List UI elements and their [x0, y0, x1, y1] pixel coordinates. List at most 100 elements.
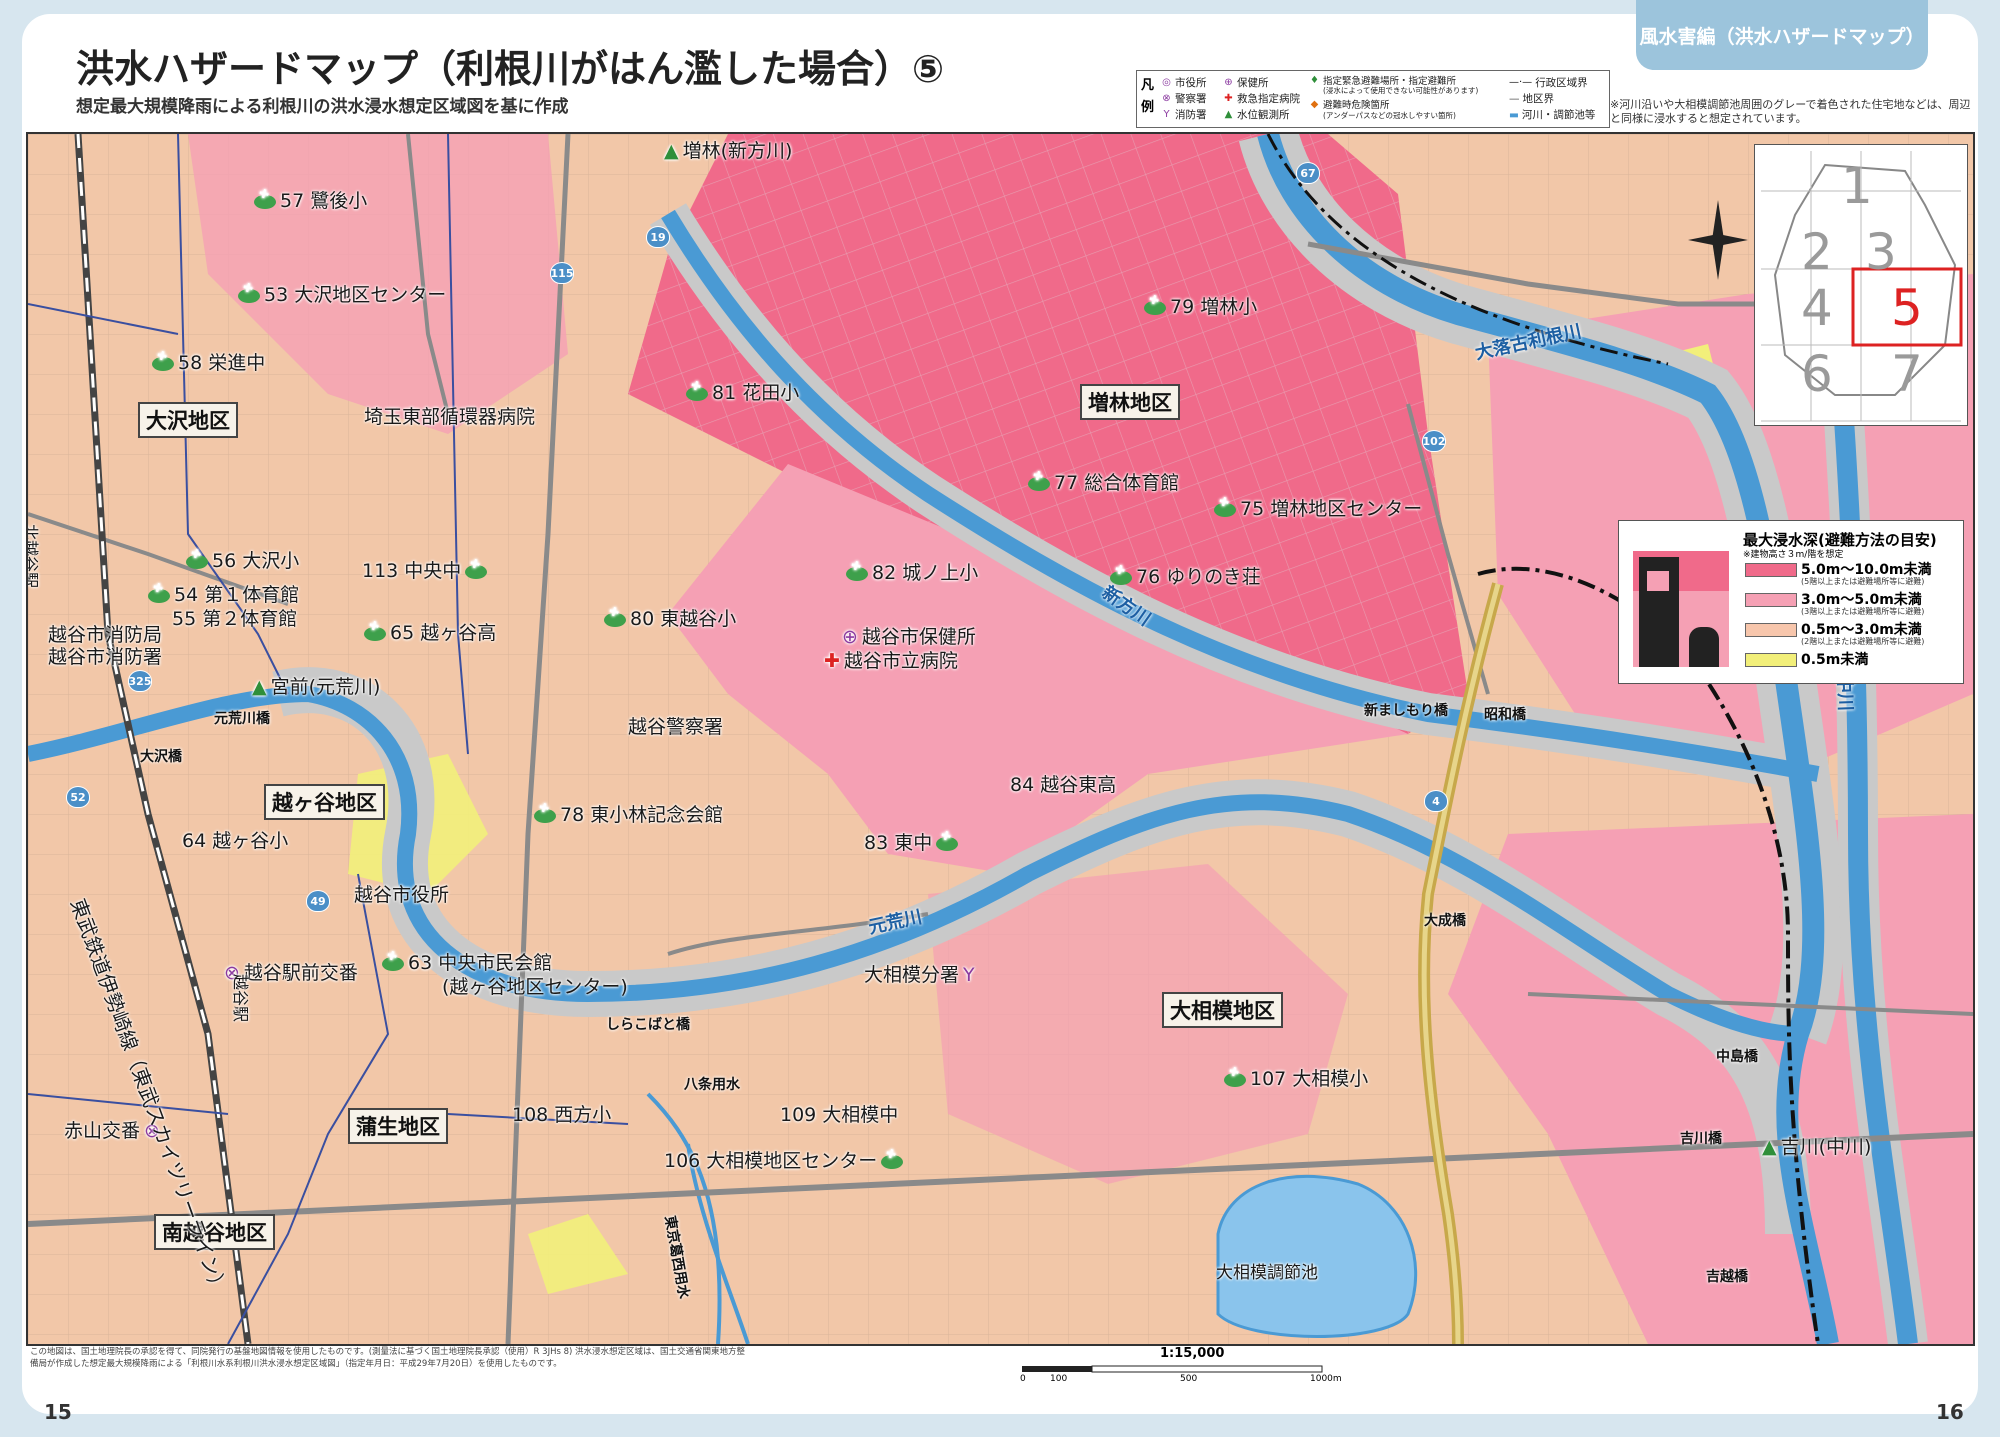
shelter-icon	[152, 356, 174, 371]
reservoir-label: 大相模調節池	[1216, 1263, 1318, 1283]
city-hall-icon: ◎	[1162, 77, 1171, 88]
shelter-64[interactable]: 64 越ヶ谷小	[182, 826, 288, 853]
route-shield: 115	[550, 262, 574, 284]
shelter-53[interactable]: 53 大沢地区センター	[238, 280, 446, 307]
facility-osagami-fire[interactable]: 大相模分署 Y	[864, 960, 975, 987]
facility-police[interactable]: 越谷警察署	[628, 712, 723, 739]
index-cell-2[interactable]: 2	[1801, 223, 1833, 281]
facility-fire-station[interactable]: 越谷市消防署	[48, 642, 162, 669]
shelter-106[interactable]: 106 大相模地区センター	[664, 1146, 907, 1173]
shelter-82[interactable]: 82 城ノ上小	[846, 558, 978, 585]
fire-station-icon: Y	[963, 964, 975, 986]
shelter-65[interactable]: 65 越ヶ谷高	[364, 618, 496, 645]
route-shield: 102	[1422, 430, 1446, 452]
legend-admin-border: —·— 行政区域界	[1509, 77, 1588, 89]
danger-point-icon: ◆	[1310, 98, 1319, 110]
shelter-108[interactable]: 108 西方小	[512, 1100, 611, 1127]
gauge-yoshikawa[interactable]: ▲ 吉川(中川)	[1762, 1132, 1871, 1159]
hazard-map[interactable]: 大沢地区 越ヶ谷地区 増林地区 大相模地区 蒲生地区 南越谷地区 57 鷺後小 …	[26, 132, 1975, 1346]
shelter-113[interactable]: 113 中央中	[362, 556, 491, 583]
station-kitakoshigaya[interactable]: 北越谷駅	[28, 524, 44, 588]
bridge-shinmashimori: 新ましもり橋	[1364, 703, 1448, 719]
water-gauge-icon: ▲	[1762, 1136, 1777, 1158]
shelter-75[interactable]: 75 増林地区センター	[1214, 494, 1422, 521]
route-shield: 52	[66, 786, 90, 808]
scale-tick-100: 100	[1050, 1374, 1068, 1384]
legend-hospital: ✚ 救急指定病院	[1224, 93, 1300, 105]
scale-tick-0: 0	[1020, 1374, 1026, 1384]
shelter-icon	[1214, 502, 1236, 517]
legend-district-border: — 地区界	[1509, 92, 1554, 106]
index-map[interactable]: 1 2 3 4 5 6 7	[1754, 144, 1968, 426]
gray-area-note: ※河川沿いや大相模調節池周囲のグレーで着色された住宅地などは、周辺と同様に浸水す…	[1610, 98, 1971, 125]
index-cell-4[interactable]: 4	[1801, 279, 1833, 337]
shelter-107[interactable]: 107 大相模小	[1224, 1064, 1368, 1091]
page-number-left: 15	[44, 1400, 72, 1424]
index-cell-7[interactable]: 7	[1891, 345, 1923, 403]
facility-city-hospital[interactable]: ✚ 越谷市立病院	[824, 646, 958, 673]
shelter-icon	[186, 554, 208, 569]
index-cell-1[interactable]: 1	[1841, 157, 1873, 215]
shelter-icon	[936, 836, 959, 851]
scale-ratio: 1:15,000	[1160, 1346, 1225, 1361]
shelter-80[interactable]: 80 東越谷小	[604, 604, 736, 631]
bridge-yoshikawa: 吉川橋	[1680, 1131, 1722, 1147]
section-tab: 風水害編（洪水ハザードマップ）	[1636, 0, 1928, 70]
district-osawa: 大沢地区	[138, 402, 238, 438]
legend-river: ▬ 河川・調節池等	[1509, 108, 1596, 122]
facility-hospital-saitama[interactable]: 埼玉東部循環器病院	[364, 402, 535, 429]
legend-health: ⊕ 保健所	[1224, 77, 1269, 89]
legend-danger-note: (アンダーパスなどの冠水しやすい箇所)	[1323, 111, 1456, 120]
route-shield: 19	[646, 226, 670, 248]
legend-city-hall: ◎ 市役所	[1162, 77, 1207, 89]
depth-legend: 最大浸水深(避難方法の目安) ※建物高さ３m/階を想定 5.0m〜10.0m未満…	[1618, 520, 1964, 684]
gauge-masubayashi[interactable]: ▲ 増林(新方川)	[664, 136, 792, 163]
shelter-76[interactable]: 76 ゆりのき荘	[1110, 562, 1261, 589]
facility-health-center[interactable]: ⊕ 越谷市保健所	[842, 622, 976, 649]
legend-fire: Y 消防署	[1161, 107, 1206, 122]
shelter-58[interactable]: 58 栄進中	[152, 348, 265, 375]
route-shield: 4	[1424, 790, 1448, 812]
shelter-63[interactable]: 63 中央市民会館	[382, 948, 552, 975]
district-gamo: 蒲生地区	[348, 1108, 448, 1144]
legend-police: ⊗ 警察署	[1162, 93, 1207, 105]
shelter-56[interactable]: 56 大沢小	[186, 546, 299, 573]
shelter-icon	[1224, 1072, 1246, 1087]
index-cell-5-current[interactable]: 5	[1891, 279, 1923, 337]
facility-city-hall[interactable]: 越谷市役所	[354, 880, 449, 907]
police-icon: ⊗	[1162, 93, 1171, 104]
index-cell-3[interactable]: 3	[1865, 223, 1897, 281]
bridge-showa: 昭和橋	[1484, 707, 1526, 723]
hospital-icon: ✚	[1224, 93, 1233, 104]
gauge-miyamae[interactable]: ▲ 宮前(元荒川)	[252, 672, 380, 699]
shelter-54[interactable]: 54 第１体育館	[148, 580, 299, 607]
index-cell-6[interactable]: 6	[1801, 345, 1833, 403]
water-gauge-icon: ▲	[664, 140, 679, 162]
water-gauge-icon: ▲	[252, 676, 267, 698]
shelter-57[interactable]: 57 鷺後小	[254, 186, 367, 213]
shelter-icon	[534, 808, 556, 823]
bridge-kichietsu: 吉越橋	[1706, 1269, 1748, 1285]
route-shield: 67	[1296, 162, 1320, 184]
fire-station-icon	[148, 588, 170, 603]
map-canvas	[28, 134, 1973, 1344]
shelter-109[interactable]: 109 大相模中	[780, 1100, 898, 1127]
footer-note: この地図は、国土地理院長の承認を得て、同院発行の基盤地図情報を使用したものです。…	[30, 1347, 746, 1369]
district-border-icon: —	[1509, 92, 1520, 105]
legend-heading: 凡例	[1141, 78, 1155, 115]
shelter-icon	[382, 956, 404, 971]
depth-row-lt05: 0.5m未満	[1745, 651, 1957, 677]
bridge-shirakobato: しらこばと橋	[606, 1017, 690, 1033]
legend-danger: ◆ 避難時危険箇所	[1310, 98, 1390, 112]
shelter-79[interactable]: 79 増林小	[1144, 292, 1257, 319]
building-diagram-icon	[1633, 551, 1729, 667]
shelter-78[interactable]: 78 東小林記念会館	[534, 800, 723, 827]
shelter-83[interactable]: 83 東中	[864, 828, 962, 855]
bridge-nakajima: 中島橋	[1716, 1049, 1758, 1065]
shelter-icon	[364, 626, 386, 641]
shelter-81[interactable]: 81 花田小	[686, 378, 799, 405]
admin-border-icon: —·—	[1509, 77, 1533, 88]
station-koshigaya[interactable]: 越谷駅	[230, 974, 254, 1022]
shelter-77[interactable]: 77 総合体育館	[1028, 468, 1179, 495]
legend-gauge: ▲ 水位観測所	[1224, 109, 1290, 121]
